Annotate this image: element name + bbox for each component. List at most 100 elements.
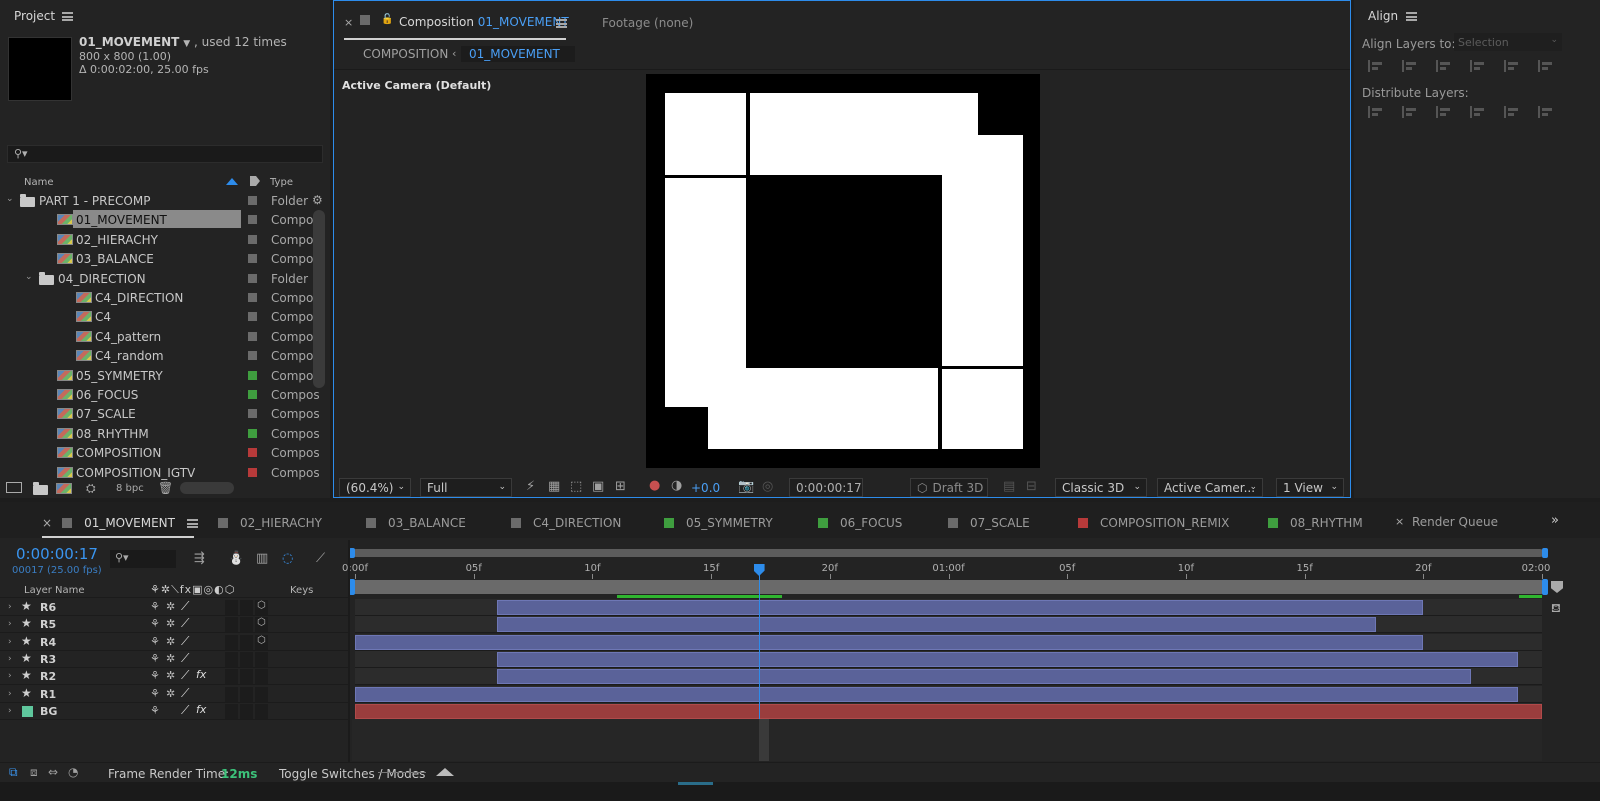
shy-switch-icon[interactable]: ⚘	[150, 687, 160, 700]
collapse-switch-icon[interactable]: ✲	[166, 617, 175, 630]
mask-visibility-icon[interactable]: ⬚	[570, 479, 582, 494]
quality-switch-icon[interactable]: ⟋	[181, 616, 189, 631]
work-area-bar[interactable]	[352, 549, 1544, 557]
quality-switch-icon[interactable]: ⟋	[181, 686, 189, 701]
label-color-swatch[interactable]	[248, 409, 257, 419]
layer-duration-bar[interactable]	[355, 686, 1519, 702]
project-item-row[interactable]: 02_HIERACHY Compos	[0, 230, 320, 250]
adjustment-switch[interactable]	[240, 669, 253, 685]
motion-blur-switch[interactable]	[225, 634, 238, 650]
effect-switch-icon[interactable]: fx	[196, 703, 206, 716]
3d-layer-switch[interactable]: ⬡	[255, 617, 268, 633]
show-snapshot-icon[interactable]: ◎	[762, 479, 773, 494]
adjustment-switch[interactable]	[240, 600, 253, 615]
adjustment-switch[interactable]	[240, 686, 253, 702]
align-button-icon[interactable]	[1436, 60, 1450, 72]
align-menu-icon[interactable]	[1406, 12, 1417, 21]
composition-canvas[interactable]	[646, 74, 1040, 468]
project-item-row[interactable]: C4_DIRECTION Compos	[0, 288, 320, 308]
chevron-right-icon[interactable]: ›	[8, 654, 12, 664]
shy-switch-icon[interactable]: ⚘	[150, 600, 160, 613]
sort-ascending-icon[interactable]	[226, 178, 238, 185]
layer-duration-bar[interactable]	[497, 669, 1471, 685]
new-folder-icon[interactable]	[33, 482, 48, 495]
adjustment-switch[interactable]	[240, 703, 253, 719]
timeline-current-time[interactable]: 0:00:00:17	[16, 545, 98, 563]
comp-marker-bin-icon[interactable]: ⛾	[1551, 601, 1561, 617]
timeline-tab[interactable]: COMPOSITION_REMIX	[1078, 508, 1229, 538]
layer-name-header[interactable]: Layer Name	[24, 585, 85, 596]
chevron-right-icon[interactable]: ›	[8, 619, 12, 629]
region-of-interest-icon[interactable]: ▣	[592, 479, 604, 494]
graph-editor-icon[interactable]: ⟋	[316, 551, 325, 566]
project-menu-icon[interactable]	[62, 12, 73, 21]
adjustment-switch[interactable]	[240, 651, 253, 667]
footage-tab[interactable]: Footage (none)	[602, 16, 693, 30]
layer-row[interactable]: › ★ R2 ⚘ ✲ ⟋ fx	[0, 668, 348, 686]
align-to-dropdown[interactable]: Selection ⌄	[1454, 33, 1562, 51]
chevron-down-icon[interactable]: ⌄	[6, 194, 14, 204]
collapse-switch-icon[interactable]: ✲	[166, 635, 175, 648]
guides-grid-icon[interactable]: ⊞	[615, 479, 626, 494]
work-area-end-handle[interactable]	[1542, 548, 1548, 558]
chevron-right-icon[interactable]: ›	[8, 689, 12, 699]
layer-duration-bar[interactable]	[497, 617, 1376, 633]
distribute-button-icon[interactable]	[1368, 106, 1382, 118]
more-tabs-icon[interactable]: »	[1551, 513, 1559, 528]
layer-row[interactable]: › ★ R6 ⚘ ✲ ⟋ ⬡	[0, 599, 348, 616]
shy-switch-icon[interactable]: ⚘	[150, 704, 160, 717]
layer-row[interactable]: › BG ⚘ ⟋ fx	[0, 703, 348, 720]
collapse-switch-icon[interactable]: ✲	[166, 669, 175, 682]
shy-switch-icon[interactable]: ⚘	[150, 669, 160, 682]
exposure-value[interactable]: +0.0	[691, 481, 720, 495]
timeline-menu-icon[interactable]	[186, 519, 198, 528]
render-time-icon[interactable]: ◔	[68, 765, 78, 779]
resolution-dropdown[interactable]: Full ⌄	[420, 478, 512, 497]
layer-row[interactable]: › ★ R5 ⚘ ✲ ⟋ ⬡	[0, 616, 348, 634]
layer-switches-icon[interactable]: ⧉	[9, 765, 18, 780]
project-item-row[interactable]: ⌄ PART 1 - PRECOMP Folder	[0, 191, 312, 211]
frame-blending-icon[interactable]: ▥	[256, 551, 268, 566]
search-input[interactable]: ⚲▾	[7, 145, 323, 163]
toggle-switches-button[interactable]: Toggle Switches / Modes	[279, 767, 425, 781]
collapse-switch-icon[interactable]: ✲	[166, 600, 175, 613]
quality-switch-icon[interactable]: ⟋	[181, 651, 189, 666]
3d-layer-switch[interactable]	[255, 703, 268, 719]
align-button-icon[interactable]	[1470, 60, 1484, 72]
chevron-right-icon[interactable]: ›	[8, 602, 12, 612]
project-settings-icon[interactable]: ⛭	[86, 481, 96, 496]
distribute-button-icon[interactable]	[1470, 106, 1484, 118]
align-button-icon[interactable]	[1504, 60, 1518, 72]
chevron-right-icon[interactable]: ›	[8, 637, 12, 647]
close-tab-icon[interactable]: ×	[42, 516, 52, 530]
snapshot-camera-icon[interactable]: 📷	[738, 479, 754, 494]
quality-switch-icon[interactable]: ⟋	[181, 599, 189, 614]
align-button-icon[interactable]	[1368, 60, 1382, 72]
timeline-tab[interactable]: 08_RHYTHM	[1268, 508, 1363, 538]
motion-blur-switch[interactable]	[225, 669, 238, 685]
label-color-swatch[interactable]	[248, 234, 257, 244]
zoom-slider[interactable]	[378, 772, 426, 773]
render-queue-tab[interactable]: Render Queue	[1412, 515, 1498, 529]
timeline-tab[interactable]: 03_BALANCE	[366, 508, 466, 538]
project-scrollbar[interactable]	[313, 210, 325, 388]
label-color-swatch[interactable]	[248, 428, 257, 438]
motion-blur-switch[interactable]	[225, 600, 238, 615]
transparency-grid-icon[interactable]: ▦	[548, 479, 560, 494]
motion-blur-switch[interactable]	[225, 617, 238, 633]
motion-blur-switch[interactable]	[225, 686, 238, 702]
label-color-swatch[interactable]	[248, 370, 257, 380]
label-color-swatch[interactable]	[248, 467, 257, 477]
label-color-swatch[interactable]	[248, 273, 257, 283]
collapse-switch-icon[interactable]: ✲	[166, 652, 175, 665]
distribute-button-icon[interactable]	[1538, 106, 1552, 118]
adjustment-switch[interactable]	[240, 617, 253, 633]
close-tab-icon[interactable]: ×	[344, 16, 353, 29]
shy-switch-icon[interactable]: ⚘	[150, 617, 160, 630]
layer-row[interactable]: › ★ R3 ⚘ ✲ ⟋	[0, 651, 348, 668]
breadcrumb-root[interactable]: COMPOSITION	[363, 47, 448, 61]
distribute-button-icon[interactable]	[1436, 106, 1450, 118]
column-header-type[interactable]: Type	[270, 177, 293, 188]
thumbnail-slider[interactable]	[180, 482, 234, 494]
align-panel-title[interactable]: Align	[1368, 9, 1398, 23]
